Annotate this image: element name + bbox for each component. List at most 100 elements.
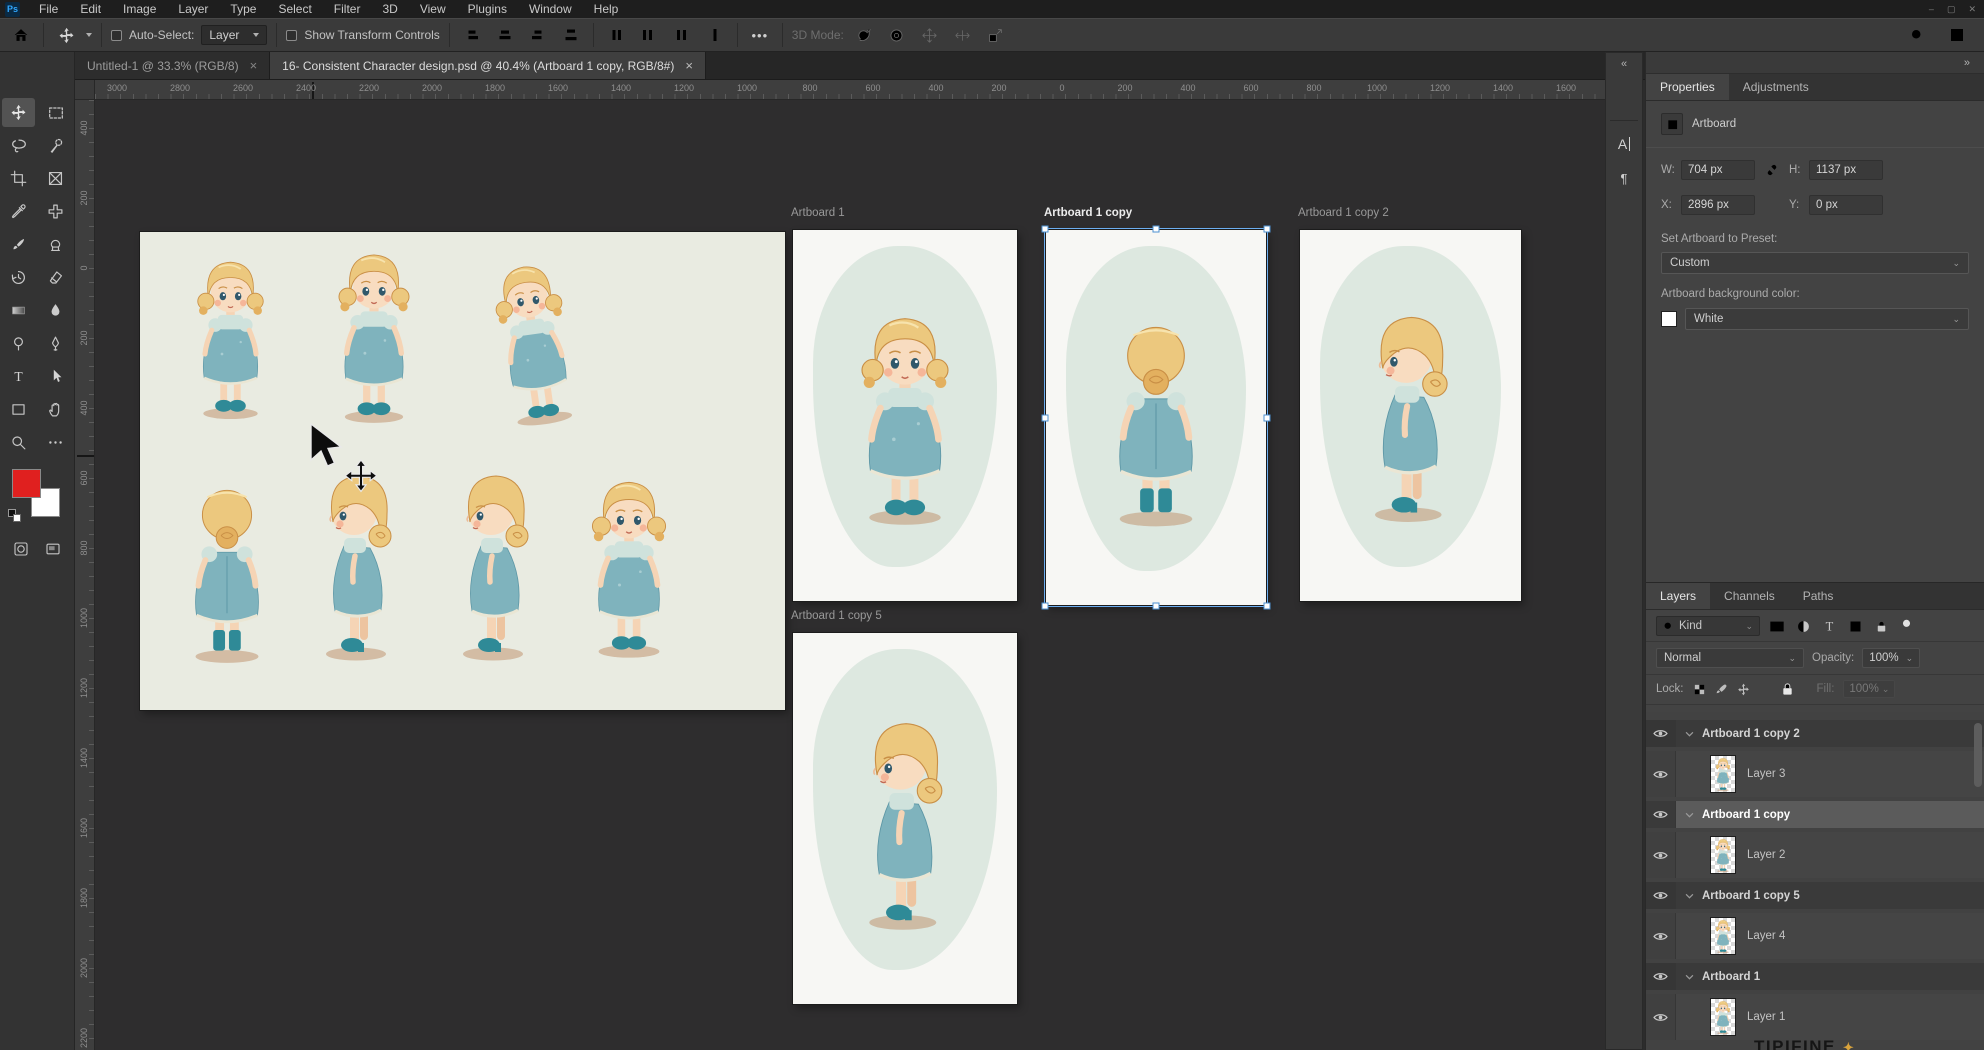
tab-properties[interactable]: Properties [1646,74,1729,100]
tab-close-icon[interactable]: × [250,58,258,73]
zoom-tool[interactable] [2,428,35,457]
layer-row-layer-3[interactable]: Layer 3 [1646,751,1984,797]
x-field[interactable]: 2896 px [1681,195,1755,215]
distribute-vertical-icon[interactable] [702,22,728,48]
align-right-edges-icon[interactable] [525,22,551,48]
selection-handle[interactable] [1153,226,1160,233]
layer-thumbnail[interactable] [1710,755,1736,793]
tab-adjustments[interactable]: Adjustments [1729,74,1823,100]
brush-tool[interactable] [2,230,35,259]
menu-filter[interactable]: Filter [323,0,372,18]
eye-icon[interactable] [1653,931,1668,942]
menu-plugins[interactable]: Plugins [457,0,518,18]
blur-tool[interactable] [39,296,72,325]
tab-channels[interactable]: Channels [1710,583,1789,609]
visibility-toggle[interactable] [1646,882,1676,909]
dodge-tool[interactable] [2,329,35,358]
eye-icon[interactable] [1653,971,1668,982]
menu-layer[interactable]: Layer [167,0,219,18]
artboard-label[interactable]: Artboard 1 copy 2 [1298,207,1389,219]
screen-mode-icon[interactable] [45,541,61,557]
collapse-panels-icon[interactable]: » [1964,57,1970,69]
lock-position-icon[interactable] [1737,683,1750,696]
filter-pixel-layers-icon[interactable] [1769,619,1785,634]
eye-icon[interactable] [1653,769,1668,780]
y-field[interactable]: 0 px [1809,195,1883,215]
brush-settings-panel-icon[interactable] [1606,80,1642,114]
maximize-icon[interactable]: ▢ [1947,4,1956,15]
rectangle-tool[interactable] [2,395,35,424]
blend-mode-select[interactable]: Normal ⌄ [1656,648,1804,668]
edit-toolbar-icon[interactable] [39,428,72,457]
eye-icon[interactable] [1653,1012,1668,1023]
layer-thumbnail[interactable] [1710,917,1736,955]
lock-transparency-icon[interactable] [1693,683,1706,696]
history-brush-tool[interactable] [2,263,35,292]
type-tool[interactable]: T [2,362,35,391]
document-tab-1[interactable]: Untitled-1 @ 33.3% (RGB/8)× [75,52,270,79]
frame-tool[interactable] [39,164,72,193]
artboard-bg-color-swatch[interactable] [1661,311,1677,327]
selection-handle[interactable] [1264,603,1271,610]
panel-menu-icon[interactable] [1962,81,1976,93]
move-tool-icon[interactable] [53,22,79,48]
artboard-1-copy[interactable]: Artboard 1 copy [1046,230,1266,605]
artboard-label[interactable]: Artboard 1 copy [1044,207,1132,219]
layer-row-layer-4[interactable]: Layer 4 [1646,913,1984,959]
artboard-reference-sheet[interactable] [140,232,785,710]
selection-handle[interactable] [1153,603,1160,610]
preset-select[interactable]: Custom ⌄ [1661,252,1969,274]
filter-type-layers-icon[interactable]: T [1822,619,1837,634]
menu-window[interactable]: Window [518,0,583,18]
width-field[interactable]: 704 px [1681,160,1755,180]
filter-adjustment-layers-icon[interactable] [1796,619,1811,634]
selection-handle[interactable] [1264,226,1271,233]
hand-tool[interactable] [39,395,72,424]
ruler-horizontal[interactable]: 3000280026002400220020001800160014001200… [75,80,1605,100]
height-field[interactable]: 1137 px [1809,160,1883,180]
visibility-toggle[interactable] [1646,913,1676,959]
auto-select-checkbox[interactable] [111,30,122,41]
spot-healing-brush-tool[interactable] [39,197,72,226]
menu-help[interactable]: Help [583,0,630,18]
close-icon[interactable]: ✕ [1968,4,1976,15]
visibility-toggle[interactable] [1646,720,1676,747]
menu-edit[interactable]: Edit [69,0,112,18]
lock-artboard-icon[interactable] [1759,683,1772,696]
chevron-down-icon[interactable] [1685,974,1694,980]
chevron-down-icon[interactable] [86,33,92,37]
layers-scrollbar[interactable] [1974,723,1982,787]
clone-stamp-tool[interactable] [39,230,72,259]
menu-file[interactable]: File [28,0,69,18]
canvas-area[interactable]: Artboard 1 Artboard 1 copy Artboard 1 co… [75,80,1605,1050]
default-colors-icon[interactable] [8,509,21,522]
link-dimensions-icon[interactable] [1755,163,1789,177]
panel-menu-icon[interactable] [1962,590,1976,602]
chevron-down-icon[interactable] [1685,893,1694,899]
align-horizontal-centers-icon[interactable] [492,22,518,48]
eye-icon[interactable] [1653,809,1668,820]
rectangular-marquee-tool[interactable] [39,98,72,127]
path-selection-tool[interactable] [39,362,72,391]
eyedropper-tool[interactable] [2,197,35,226]
auto-select-target-select[interactable]: Layer [201,25,267,45]
filter-smart-objects-icon[interactable] [1874,619,1889,634]
menu-type[interactable]: Type [219,0,267,18]
artboard-row-artboard-1-copy-2[interactable]: Artboard 1 copy 2 [1646,720,1984,747]
visibility-toggle[interactable] [1646,832,1676,878]
artboard-row-artboard-1-copy-5[interactable]: Artboard 1 copy 5 [1646,882,1984,909]
artboard-1-copy-2[interactable]: Artboard 1 copy 2 [1300,230,1521,601]
foreground-color-swatch[interactable] [12,469,41,498]
move-tool[interactable] [2,98,35,127]
crop-tool[interactable] [2,164,35,193]
layer-thumbnail[interactable] [1710,998,1736,1036]
artboard-row-artboard-1-copy[interactable]: Artboard 1 copy [1646,801,1984,828]
eye-icon[interactable] [1653,850,1668,861]
layer-row-layer-1[interactable]: Layer 1 [1646,994,1984,1040]
align-left-edges-icon[interactable] [459,22,485,48]
paragraph-panel-icon[interactable]: ¶ [1606,161,1642,195]
home-icon[interactable] [8,22,34,48]
visibility-toggle[interactable] [1646,994,1676,1040]
ruler-vertical[interactable]: 4002000200400600800100012001400160018002… [75,100,95,1050]
artboard-bg-select[interactable]: White ⌄ [1685,308,1969,330]
